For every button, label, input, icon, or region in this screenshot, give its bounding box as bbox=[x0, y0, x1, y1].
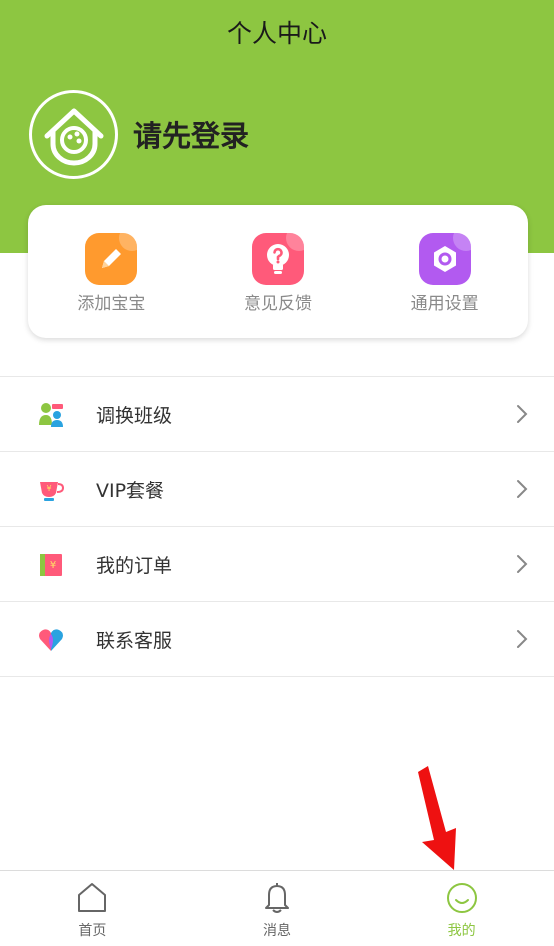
lightbulb-question-icon bbox=[251, 233, 304, 285]
hexagon-gear-icon bbox=[418, 233, 471, 285]
general-settings-label: 通用设置 bbox=[410, 294, 479, 314]
vip-cup-icon: ¥ bbox=[37, 476, 65, 504]
pencil-icon bbox=[85, 233, 138, 285]
menu-label-my-orders: 我的订单 bbox=[96, 554, 173, 577]
menu-label-customer-service: 联系客服 bbox=[96, 629, 173, 652]
house-logo-icon bbox=[44, 108, 103, 165]
red-arrow-icon bbox=[418, 766, 456, 870]
svg-text:¥: ¥ bbox=[50, 560, 56, 571]
quick-actions-card: 添加宝宝 意见反馈 通用设置 bbox=[28, 205, 528, 338]
tab-mine-label: 我的 bbox=[447, 923, 476, 939]
home-icon bbox=[78, 883, 107, 912]
login-prompt[interactable]: 请先登录 bbox=[133, 114, 249, 158]
svg-text:¥: ¥ bbox=[46, 484, 51, 493]
tab-mine[interactable]: 我的 bbox=[369, 871, 554, 946]
general-settings-button[interactable]: 通用设置 bbox=[375, 233, 515, 314]
chevron-right-icon bbox=[517, 630, 528, 648]
tab-home[interactable]: 首页 bbox=[0, 871, 185, 946]
heart-service-icon bbox=[37, 626, 65, 654]
feedback-label: 意见反馈 bbox=[243, 294, 312, 314]
chevron-right-icon bbox=[517, 480, 528, 498]
tab-messages[interactable]: 消息 bbox=[185, 871, 370, 946]
chevron-right-icon bbox=[517, 555, 528, 573]
menu-item-vip[interactable]: ¥ VIP套餐 bbox=[0, 452, 554, 527]
bottom-tab-bar: 首页 消息 我的 bbox=[0, 870, 554, 946]
smile-icon bbox=[446, 883, 477, 913]
menu-list: 调换班级 ¥ VIP套餐 ¥ 我的订单 联系客服 bbox=[0, 376, 554, 677]
menu-label-switch-class: 调换班级 bbox=[96, 404, 173, 427]
page-title: 个人中心 bbox=[226, 19, 327, 48]
feedback-button[interactable]: 意见反馈 bbox=[208, 233, 348, 314]
add-baby-button[interactable]: 添加宝宝 bbox=[41, 233, 181, 314]
tab-home-label: 首页 bbox=[78, 923, 107, 939]
menu-label-vip: VIP套餐 bbox=[96, 479, 165, 502]
menu-item-customer-service[interactable]: 联系客服 bbox=[0, 602, 554, 677]
menu-item-my-orders[interactable]: ¥ 我的订单 bbox=[0, 527, 554, 602]
add-baby-label: 添加宝宝 bbox=[77, 294, 146, 314]
class-switch-icon bbox=[37, 401, 65, 429]
order-book-icon: ¥ bbox=[37, 551, 65, 579]
chevron-right-icon bbox=[517, 405, 528, 423]
avatar[interactable] bbox=[29, 90, 118, 179]
tab-messages-label: 消息 bbox=[263, 923, 291, 939]
menu-item-switch-class[interactable]: 调换班级 bbox=[0, 377, 554, 452]
profile-page: 个人中心 请先登录 添加宝宝 意见反馈 通用设置 调换班级 ¥ VIP套餐 ¥ … bbox=[0, 0, 554, 946]
bell-icon bbox=[265, 883, 289, 913]
